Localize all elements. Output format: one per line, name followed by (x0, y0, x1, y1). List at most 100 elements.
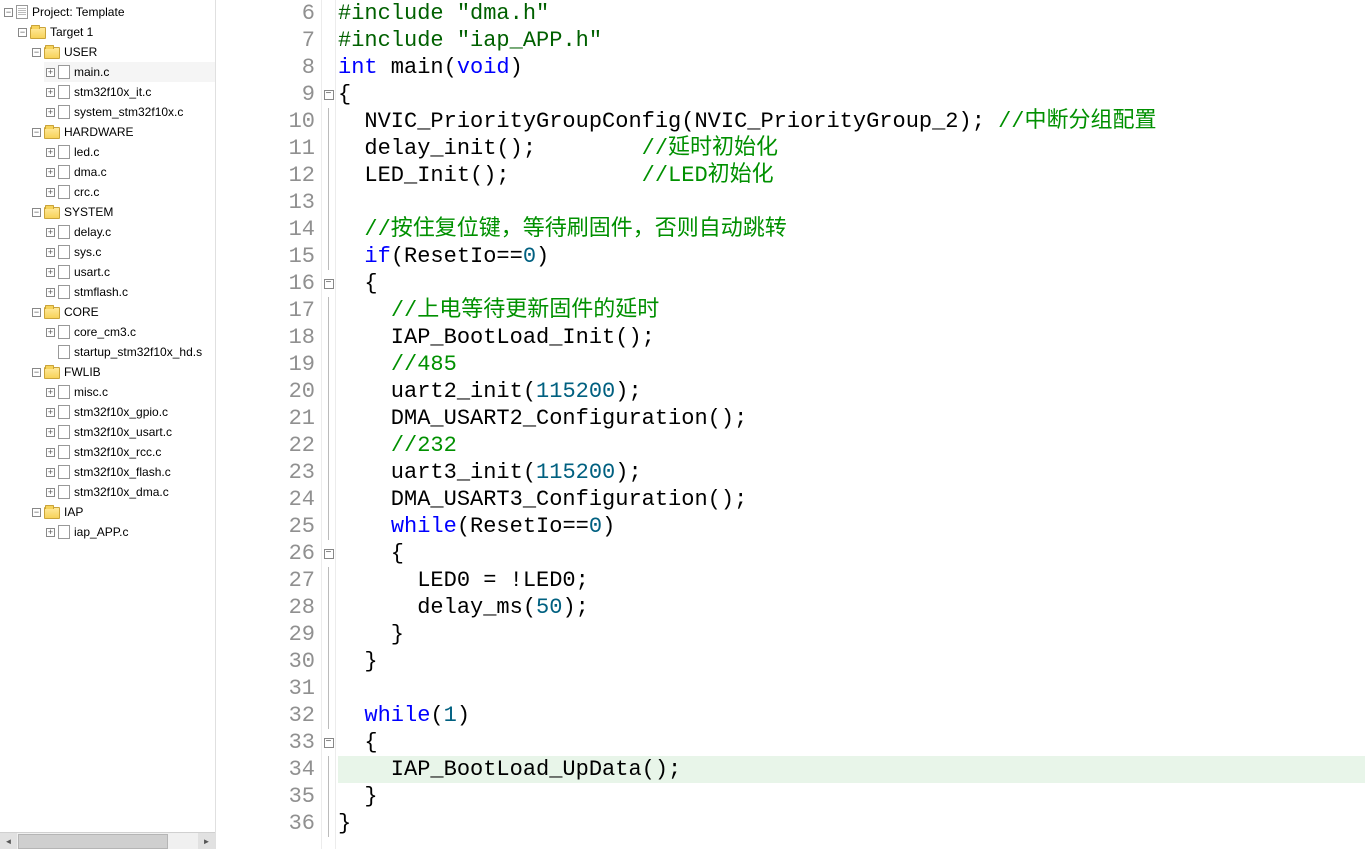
expander-icon[interactable]: − (32, 508, 41, 517)
expander-icon[interactable]: + (46, 188, 55, 197)
fold-cell[interactable]: − (322, 270, 335, 297)
file-row[interactable]: +stm32f10x_it.c (44, 82, 215, 102)
fold-column[interactable]: − − − − (322, 0, 336, 849)
expander-icon[interactable]: + (46, 248, 55, 257)
expander-icon[interactable]: − (32, 48, 41, 57)
code-line[interactable]: //上电等待更新固件的延时 (338, 297, 1365, 324)
code-line[interactable]: } (338, 783, 1365, 810)
fold-toggle-icon[interactable]: − (324, 90, 334, 100)
group-row[interactable]: −IAP (30, 502, 215, 522)
sidebar-h-scrollbar[interactable]: ◄ ► (0, 832, 215, 849)
scroll-left-icon[interactable]: ◄ (0, 833, 17, 849)
file-row[interactable]: +usart.c (44, 262, 215, 282)
code-line[interactable]: { (338, 729, 1365, 756)
file-row[interactable]: +stm32f10x_usart.c (44, 422, 215, 442)
expander-icon[interactable]: + (46, 68, 55, 77)
code-line[interactable]: #include "dma.h" (338, 0, 1365, 27)
file-row[interactable]: +iap_APP.c (44, 522, 215, 542)
code-line[interactable]: DMA_USART2_Configuration(); (338, 405, 1365, 432)
group-row[interactable]: −SYSTEM (30, 202, 215, 222)
file-row[interactable]: startup_stm32f10x_hd.s (44, 342, 215, 362)
code-line[interactable]: #include "iap_APP.h" (338, 27, 1365, 54)
code-line[interactable]: uart3_init(115200); (338, 459, 1365, 486)
scroll-thumb[interactable] (18, 834, 168, 849)
code-line[interactable]: IAP_BootLoad_UpData(); (338, 756, 1365, 783)
expander-icon[interactable]: + (46, 148, 55, 157)
fold-toggle-icon[interactable]: − (324, 738, 334, 748)
expander-icon[interactable]: + (46, 388, 55, 397)
fold-toggle-icon[interactable]: − (324, 549, 334, 559)
file-row[interactable]: +dma.c (44, 162, 215, 182)
file-row[interactable]: +stm32f10x_flash.c (44, 462, 215, 482)
expander-icon[interactable]: − (32, 208, 41, 217)
code-line[interactable]: } (338, 621, 1365, 648)
scroll-right-icon[interactable]: ► (198, 833, 215, 849)
expander-icon[interactable]: − (32, 308, 41, 317)
fold-toggle-icon[interactable]: − (324, 279, 334, 289)
code-line[interactable]: int main(void) (338, 54, 1365, 81)
code-line[interactable]: { (338, 270, 1365, 297)
code-line[interactable]: delay_ms(50); (338, 594, 1365, 621)
group-row[interactable]: −HARDWARE (30, 122, 215, 142)
code-line[interactable]: //按住复位键，等待刷固件，否则自动跳转 (338, 216, 1365, 243)
fold-cell[interactable]: − (322, 540, 335, 567)
code-line[interactable] (338, 189, 1365, 216)
file-row[interactable]: +system_stm32f10x.c (44, 102, 215, 122)
code-line[interactable]: uart2_init(115200); (338, 378, 1365, 405)
expander-icon[interactable]: − (18, 28, 27, 37)
expander-icon[interactable]: + (46, 288, 55, 297)
project-tree[interactable]: − Project: Template − Target 1 −USER+mai… (0, 0, 215, 832)
expander-icon[interactable]: + (46, 228, 55, 237)
file-row[interactable]: +stm32f10x_dma.c (44, 482, 215, 502)
code-line[interactable]: delay_init(); //延时初始化 (338, 135, 1365, 162)
expander-icon[interactable]: + (46, 528, 55, 537)
code-line[interactable]: } (338, 648, 1365, 675)
code-line[interactable]: DMA_USART3_Configuration(); (338, 486, 1365, 513)
expander-icon[interactable]: + (46, 468, 55, 477)
code-line[interactable]: } (338, 810, 1365, 837)
expander-icon[interactable]: + (46, 488, 55, 497)
expander-icon[interactable]: + (46, 328, 55, 337)
target-row[interactable]: − Target 1 (16, 22, 215, 42)
expander-icon[interactable]: + (46, 428, 55, 437)
code-line[interactable]: if(ResetIo==0) (338, 243, 1365, 270)
file-row[interactable]: +sys.c (44, 242, 215, 262)
code-area[interactable]: #include "dma.h"#include "iap_APP.h"int … (336, 0, 1365, 849)
group-row[interactable]: −CORE (30, 302, 215, 322)
expander-icon[interactable]: + (46, 88, 55, 97)
code-line[interactable]: LED0 = !LED0; (338, 567, 1365, 594)
expander-icon[interactable]: − (32, 368, 41, 377)
code-line[interactable]: while(ResetIo==0) (338, 513, 1365, 540)
project-root-row[interactable]: − Project: Template (2, 2, 215, 22)
file-row[interactable]: +stm32f10x_rcc.c (44, 442, 215, 462)
file-row[interactable]: +stmflash.c (44, 282, 215, 302)
expander-icon[interactable]: − (32, 128, 41, 137)
file-row[interactable]: +delay.c (44, 222, 215, 242)
expander-icon[interactable]: + (46, 168, 55, 177)
file-row[interactable]: +misc.c (44, 382, 215, 402)
fold-cell[interactable]: − (322, 729, 335, 756)
code-line[interactable]: LED_Init(); //LED初始化 (338, 162, 1365, 189)
code-line[interactable]: IAP_BootLoad_Init(); (338, 324, 1365, 351)
code-editor[interactable]: 6789101112131415161718192021222324252627… (216, 0, 1365, 849)
group-row[interactable]: −USER (30, 42, 215, 62)
expander-icon[interactable]: + (46, 408, 55, 417)
expander-icon[interactable]: + (46, 268, 55, 277)
expander-icon[interactable]: + (46, 448, 55, 457)
code-line[interactable]: while(1) (338, 702, 1365, 729)
code-line[interactable]: NVIC_PriorityGroupConfig(NVIC_PriorityGr… (338, 108, 1365, 135)
file-row[interactable]: +crc.c (44, 182, 215, 202)
file-row[interactable]: +led.c (44, 142, 215, 162)
code-line[interactable]: { (338, 540, 1365, 567)
code-line[interactable]: //232 (338, 432, 1365, 459)
file-row[interactable]: +main.c (44, 62, 215, 82)
expander-icon[interactable]: − (4, 8, 13, 17)
group-row[interactable]: −FWLIB (30, 362, 215, 382)
fold-cell[interactable]: − (322, 81, 335, 108)
code-line[interactable]: //485 (338, 351, 1365, 378)
file-row[interactable]: +core_cm3.c (44, 322, 215, 342)
expander-icon[interactable]: + (46, 108, 55, 117)
code-line[interactable]: { (338, 81, 1365, 108)
file-row[interactable]: +stm32f10x_gpio.c (44, 402, 215, 422)
code-line[interactable] (338, 675, 1365, 702)
